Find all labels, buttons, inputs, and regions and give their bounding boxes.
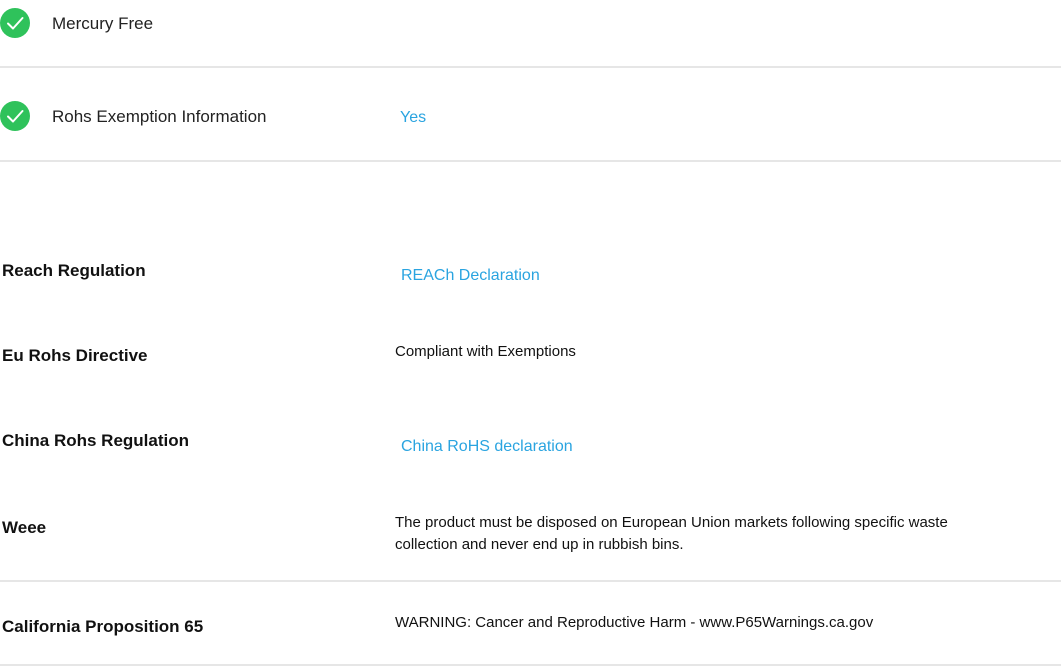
divider (0, 580, 1061, 582)
eu-rohs-directive-value: Compliant with Exemptions (395, 343, 576, 360)
regulatory-info-panel: Mercury Free Rohs Exemption Information … (0, 0, 1061, 668)
rohs-exemption-label: Rohs Exemption Information (52, 107, 267, 126)
mercury-free-label: Mercury Free (52, 14, 154, 33)
california-prop65-warning: WARNING: Cancer and Reproductive Harm - … (395, 614, 874, 631)
weee-description-line: collection and never end up in rubbish b… (395, 536, 684, 553)
china-rohs-regulation-label: China Rohs Regulation (2, 431, 189, 450)
weee-description: The product must be disposed on European… (395, 512, 948, 556)
divider (0, 66, 1061, 68)
weee-description-line: The product must be disposed on European… (395, 514, 948, 531)
california-prop65-label: California Proposition 65 (2, 617, 204, 636)
reach-declaration-link[interactable]: REACh Declaration (401, 267, 540, 285)
eu-rohs-directive-label: Eu Rohs Directive (2, 346, 148, 365)
divider (0, 664, 1061, 666)
divider (0, 160, 1061, 162)
reach-regulation-label: Reach Regulation (2, 261, 146, 280)
china-rohs-declaration-link[interactable]: China RoHS declaration (401, 438, 573, 456)
weee-label: Weee (2, 518, 47, 537)
checkmark-icon (0, 101, 30, 131)
rohs-exemption-value-link[interactable]: Yes (400, 109, 426, 127)
checkmark-icon (0, 8, 30, 38)
